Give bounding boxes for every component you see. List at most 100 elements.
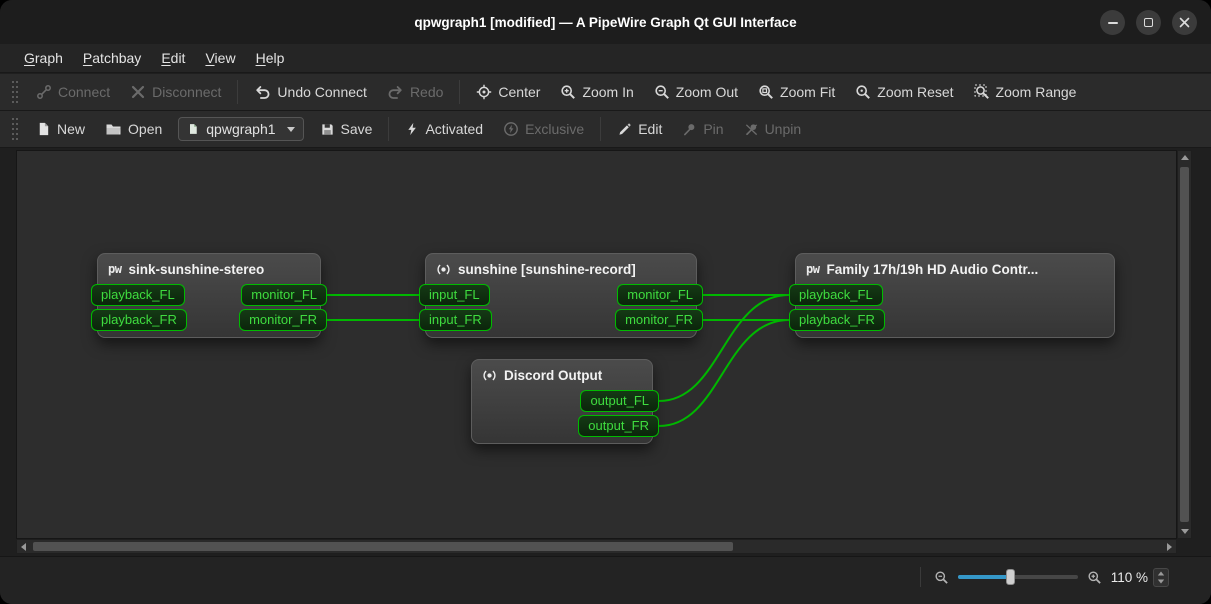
node-title: Family 17h/19h HD Audio Contr...	[826, 262, 1038, 277]
input-port[interactable]: input_FR	[419, 309, 492, 331]
preset-file-icon	[187, 122, 199, 136]
output-port[interactable]: monitor_FL	[241, 284, 327, 306]
zoom-spinbox[interactable]: 110 %	[1111, 568, 1169, 587]
node-discord-output[interactable]: Discord Output output_FL output_FR	[471, 359, 653, 444]
spin-down-button[interactable]	[1158, 579, 1164, 583]
slider-fill	[958, 575, 1008, 579]
input-port[interactable]: playback_FR	[91, 309, 187, 331]
input-port[interactable]: playback_FR	[789, 309, 885, 331]
app-window: qpwgraph1 [modified] — A PipeWire Graph …	[0, 0, 1211, 604]
zoom-range-button[interactable]: Zoom Range	[966, 80, 1085, 104]
horizontal-scrollbar[interactable]	[16, 539, 1177, 554]
unpin-button[interactable]: Unpin	[736, 117, 810, 141]
spin-up-button[interactable]	[1158, 571, 1164, 575]
zoom-out-icon	[654, 84, 670, 100]
pipewire-icon: pw	[108, 262, 121, 276]
output-port[interactable]: monitor_FL	[617, 284, 703, 306]
toolbar-drag-handle[interactable]	[12, 81, 18, 103]
zoom-in-button[interactable]: Zoom In	[552, 80, 641, 104]
save-label: Save	[341, 121, 373, 137]
output-port[interactable]: output_FL	[580, 390, 659, 412]
horizontal-scrollbar-thumb[interactable]	[33, 542, 733, 551]
menu-graph[interactable]: Graph	[14, 46, 73, 70]
scroll-down-button[interactable]	[1178, 525, 1191, 538]
window-title: qpwgraph1 [modified] — A PipeWire Graph …	[414, 15, 796, 30]
zoom-in-label: Zoom In	[582, 84, 633, 100]
menu-view[interactable]: View	[195, 46, 245, 70]
toolbar-separator	[459, 80, 460, 104]
node-sink-sunshine-stereo[interactable]: pw sink-sunshine-stereo playback_FL moni…	[97, 253, 321, 338]
connect-icon	[36, 84, 52, 100]
exclusive-icon	[503, 121, 519, 137]
node-header: Discord Output	[472, 360, 652, 390]
toolbar-separator	[388, 117, 389, 141]
unpin-icon	[744, 122, 759, 137]
menu-help[interactable]: Help	[246, 46, 295, 70]
toolbar-separator	[237, 80, 238, 104]
menu-patchbay[interactable]: Patchbay	[73, 46, 151, 70]
zoom-in-icon[interactable]	[1087, 570, 1102, 585]
minimize-button[interactable]	[1100, 10, 1125, 35]
toolbar-graph: Connect Disconnect Undo Connect Redo Cen…	[0, 74, 1211, 111]
vertical-scrollbar[interactable]	[1177, 150, 1192, 539]
zoom-value: 110 %	[1111, 570, 1148, 585]
main-area: pw sink-sunshine-stereo playback_FL moni…	[0, 148, 1211, 556]
edit-button[interactable]: Edit	[609, 117, 670, 141]
arrow-right-icon	[1167, 543, 1172, 551]
center-button[interactable]: Center	[468, 80, 548, 104]
output-port[interactable]: monitor_FR	[239, 309, 327, 331]
maximize-button[interactable]	[1136, 10, 1161, 35]
activated-lightning-icon	[405, 121, 419, 137]
zoom-out-icon[interactable]	[934, 570, 949, 585]
output-port[interactable]: output_FR	[578, 415, 659, 437]
node-title: sunshine [sunshine-record]	[458, 262, 636, 277]
statusbar: 110 %	[0, 556, 1211, 604]
redo-button[interactable]: Redo	[379, 80, 451, 105]
zoom-out-label: Zoom Out	[676, 84, 738, 100]
patchbay-preset-combo[interactable]: qpwgraph1	[178, 117, 303, 141]
zoom-fit-label: Zoom Fit	[780, 84, 835, 100]
close-button[interactable]	[1172, 10, 1197, 35]
zoom-slider[interactable]	[958, 569, 1078, 585]
connect-button[interactable]: Connect	[28, 80, 118, 104]
center-icon	[476, 84, 492, 100]
slider-handle[interactable]	[1006, 569, 1015, 585]
output-port[interactable]: monitor_FR	[615, 309, 703, 331]
activated-button[interactable]: Activated	[397, 117, 491, 141]
zoom-fit-icon	[758, 84, 774, 100]
input-port[interactable]: input_FL	[419, 284, 490, 306]
save-button[interactable]: Save	[312, 117, 381, 141]
new-label: New	[57, 121, 85, 137]
disconnect-button[interactable]: Disconnect	[122, 80, 229, 104]
new-button[interactable]: New	[28, 117, 93, 141]
node-family-hd-audio[interactable]: pw Family 17h/19h HD Audio Contr... play…	[795, 253, 1115, 338]
input-port[interactable]: playback_FL	[91, 284, 185, 306]
exclusive-button[interactable]: Exclusive	[495, 117, 592, 141]
titlebar[interactable]: qpwgraph1 [modified] — A PipeWire Graph …	[0, 0, 1211, 44]
node-title: Discord Output	[504, 368, 602, 383]
record-icon	[482, 368, 497, 383]
menu-edit[interactable]: Edit	[151, 46, 195, 70]
vertical-scrollbar-thumb[interactable]	[1180, 167, 1189, 522]
node-title: sink-sunshine-stereo	[128, 262, 264, 277]
scroll-right-button[interactable]	[1163, 540, 1176, 553]
graph-canvas[interactable]: pw sink-sunshine-stereo playback_FL moni…	[16, 150, 1177, 539]
toolbar-drag-handle[interactable]	[12, 118, 18, 140]
zoom-out-button[interactable]: Zoom Out	[646, 80, 746, 104]
disconnect-label: Disconnect	[152, 84, 221, 100]
record-icon	[436, 262, 451, 277]
pin-icon	[682, 122, 697, 137]
scroll-up-button[interactable]	[1178, 151, 1191, 164]
node-header: pw Family 17h/19h HD Audio Contr...	[796, 254, 1114, 284]
input-port[interactable]: playback_FL	[789, 284, 883, 306]
undo-connect-button[interactable]: Undo Connect	[246, 80, 375, 105]
connect-label: Connect	[58, 84, 110, 100]
pin-button[interactable]: Pin	[674, 117, 731, 141]
open-button[interactable]: Open	[97, 117, 170, 141]
scroll-left-button[interactable]	[17, 540, 30, 553]
zoom-reset-button[interactable]: Zoom Reset	[847, 80, 961, 104]
zoom-fit-button[interactable]: Zoom Fit	[750, 80, 843, 104]
undo-label: Undo Connect	[277, 84, 367, 100]
node-header: pw sink-sunshine-stereo	[98, 254, 320, 284]
node-sunshine-record[interactable]: sunshine [sunshine-record] input_FL moni…	[425, 253, 697, 338]
